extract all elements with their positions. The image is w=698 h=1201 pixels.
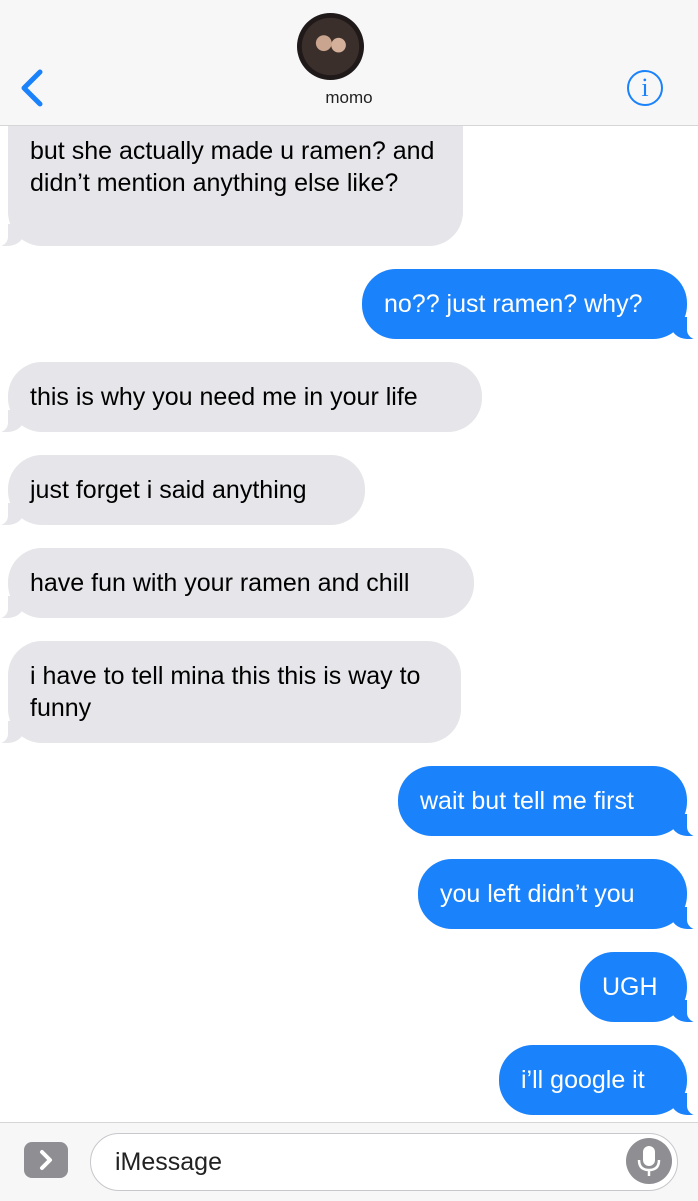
input-bar: iMessage bbox=[0, 1122, 698, 1201]
message-text: just forget i said anything bbox=[30, 476, 307, 504]
message-bubble-outgoing[interactable]: wait but tell me first bbox=[398, 766, 698, 837]
info-button[interactable]: i bbox=[627, 70, 663, 106]
contact-avatar[interactable] bbox=[297, 13, 364, 80]
info-icon: i bbox=[641, 73, 649, 102]
message-text: have fun with your ramen and chill bbox=[30, 569, 410, 597]
apps-chevron-icon bbox=[40, 1150, 52, 1170]
message-thread[interactable]: but she actually made u ramen? and didn’… bbox=[0, 0, 698, 1122]
message-input[interactable]: iMessage bbox=[90, 1133, 678, 1191]
message-text: wait but tell me first bbox=[420, 787, 634, 815]
conversation-header: momo i bbox=[0, 0, 698, 126]
message-text: i’ll google it bbox=[521, 1066, 645, 1094]
apps-button[interactable] bbox=[24, 1142, 68, 1178]
message-bubble-outgoing[interactable]: you left didn’t you bbox=[418, 859, 698, 930]
message-bubble-outgoing[interactable]: no?? just ramen? why? bbox=[362, 269, 698, 340]
contact-name[interactable]: momo bbox=[0, 88, 698, 108]
message-bubble-outgoing[interactable]: i’ll google it bbox=[499, 1045, 698, 1116]
message-text: this is why you need me in your life bbox=[30, 383, 418, 411]
message-text: you left didn’t you bbox=[440, 880, 635, 908]
message-text: i have to tell mina this this is way to … bbox=[30, 662, 421, 722]
microphone-button[interactable] bbox=[626, 1138, 672, 1184]
message-bubble-incoming[interactable]: this is why you need me in your life bbox=[0, 362, 482, 433]
message-bubble-outgoing[interactable]: UGH bbox=[580, 952, 698, 1023]
message-bubble-incoming[interactable]: have fun with your ramen and chill bbox=[0, 548, 474, 619]
microphone-icon bbox=[637, 1146, 661, 1176]
message-bubble-incoming[interactable]: but she actually made u ramen? and didn’… bbox=[0, 116, 463, 247]
message-bubble-incoming[interactable]: just forget i said anything bbox=[0, 455, 365, 526]
message-bubble-incoming[interactable]: i have to tell mina this this is way to … bbox=[0, 641, 461, 744]
message-text: but she actually made u ramen? and didn’… bbox=[30, 137, 435, 197]
message-text: no?? just ramen? why? bbox=[384, 290, 643, 318]
message-text: UGH bbox=[602, 973, 658, 1001]
message-input-placeholder: iMessage bbox=[115, 1148, 222, 1176]
